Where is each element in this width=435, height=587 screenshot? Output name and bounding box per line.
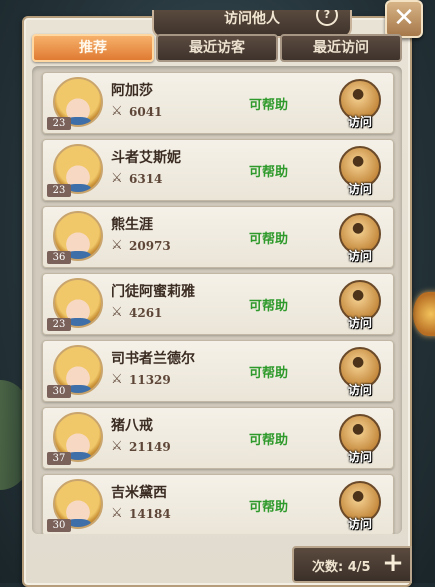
panel-title: 访问他人 [224,11,280,27]
list-item: 23 门徒阿蜜莉雅 ⚔ 4261 可帮助 ● 访问 [42,273,394,335]
footprint-icon: ● [352,488,365,504]
power-value: 6041 [129,105,163,119]
footprint-icon: ● [352,153,365,169]
power-value: 20973 [129,239,171,253]
player-name: 门徒阿蜜莉雅 [111,284,195,300]
tab-recent-visitors[interactable]: 最近访客 [156,34,278,62]
visit-label[interactable]: 访问 [343,180,377,197]
footprint-icon: ● [352,354,365,370]
help-status: 可帮助 [249,98,289,113]
power-value: 6314 [129,172,163,186]
list-item: 30 吉米黛西 ⚔ 14184 可帮助 ● 访问 [42,474,394,534]
level-badge: 23 [47,318,71,331]
player-name: 吉米黛西 [111,485,167,501]
crossed-swords-icon: ⚔ [111,238,123,253]
crossed-swords-icon: ⚔ [111,104,123,119]
footprint-icon: ● [352,421,365,437]
player-name: 熊生涯 [111,217,153,233]
help-status: 可帮助 [249,433,289,448]
visit-label[interactable]: 访问 [343,515,377,532]
list-item: 23 斗者艾斯妮 ⚔ 6314 可帮助 ● 访问 [42,139,394,201]
visit-label[interactable]: 访问 [343,113,377,130]
level-badge: 30 [47,519,71,532]
info-icon[interactable]: ? [316,10,338,26]
level-badge: 23 [47,117,71,130]
visit-label[interactable]: 访问 [343,314,377,331]
tab-bar: 推荐 最近访客 最近访问 [32,34,402,62]
visit-label[interactable]: 访问 [343,381,377,398]
level-badge: 23 [47,184,71,197]
help-status: 可帮助 [249,165,289,180]
power-value: 11329 [129,373,171,387]
help-status: 可帮助 [249,299,289,314]
tab-recent-visited[interactable]: 最近访问 [280,34,402,62]
power-value: 14184 [129,507,171,521]
power-value: 4261 [129,306,163,320]
list-item: 23 阿加莎 ⚔ 6041 可帮助 ● 访问 [42,72,394,134]
player-name: 阿加莎 [111,83,153,99]
visit-count-box: 次数: 4/5 + [292,546,412,583]
footprint-icon: ● [352,287,365,303]
power-value: 21149 [129,440,171,454]
player-name: 斗者艾斯妮 [111,150,181,166]
list-item: 37 猪八戒 ⚔ 21149 可帮助 ● 访问 [42,407,394,469]
crossed-swords-icon: ⚔ [111,372,123,387]
visit-count-text: 次数: 4/5 [312,560,371,575]
level-badge: 37 [47,452,71,465]
crossed-swords-icon: ⚔ [111,506,123,521]
list-item: 36 熊生涯 ⚔ 20973 可帮助 ● 访问 [42,206,394,268]
add-visits-button[interactable]: + [380,549,406,577]
visit-label[interactable]: 访问 [343,247,377,264]
level-badge: 36 [47,251,71,264]
footprint-icon: ● [352,220,365,236]
player-name: 司书者兰德尔 [111,351,195,367]
help-status: 可帮助 [249,366,289,381]
help-status: 可帮助 [249,232,289,247]
side-orb-icon [413,292,435,336]
close-button[interactable]: ✕ [385,0,423,38]
crossed-swords-icon: ⚔ [111,439,123,454]
crossed-swords-icon: ⚔ [111,171,123,186]
player-list[interactable]: 23 阿加莎 ⚔ 6041 可帮助 ● 访问 23 斗者艾斯妮 ⚔ 6314 可… [32,66,402,534]
tab-recommended[interactable]: 推荐 [32,34,154,62]
visit-label[interactable]: 访问 [343,448,377,465]
level-badge: 30 [47,385,71,398]
player-name: 猪八戒 [111,418,153,434]
footprint-icon: ● [352,86,365,102]
list-item: 30 司书者兰德尔 ⚔ 11329 可帮助 ● 访问 [42,340,394,402]
close-icon: ✕ [393,3,415,33]
crossed-swords-icon: ⚔ [111,305,123,320]
help-status: 可帮助 [249,500,289,515]
